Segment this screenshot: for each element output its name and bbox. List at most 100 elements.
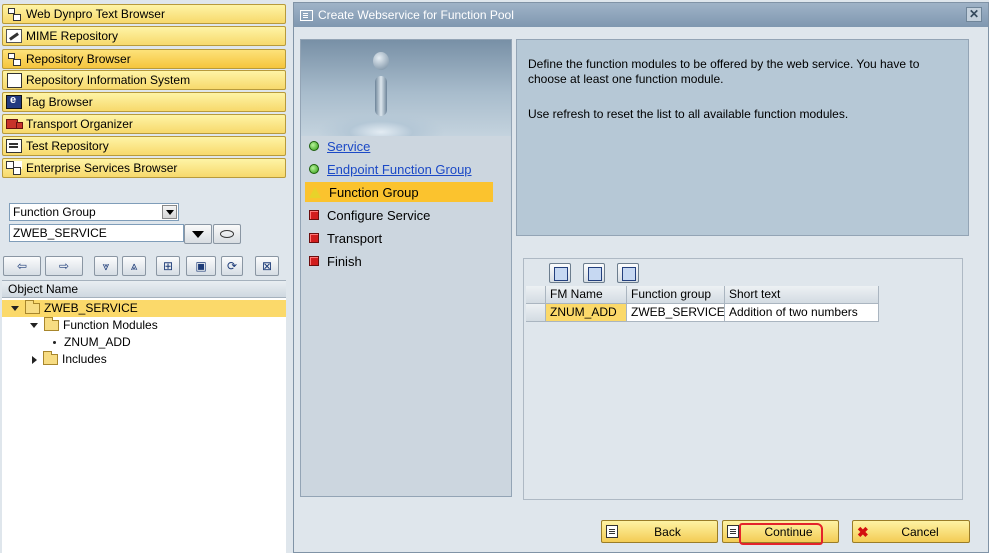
- refresh-icon: ⟳: [226, 259, 238, 273]
- close-icon: ✕: [968, 7, 980, 21]
- tree-node-znum-add[interactable]: ZNUM_ADD: [53, 334, 131, 351]
- nav-button-label: Enterprise Services Browser: [26, 161, 178, 175]
- warning-triangle-icon: [309, 186, 321, 198]
- nav-button-label: MIME Repository: [26, 29, 119, 43]
- expand-arrow-icon[interactable]: [11, 306, 19, 311]
- display-object-button[interactable]: ▣: [186, 256, 216, 276]
- create-webservice-dialog: Create Webservice for Function Pool ✕ Se…: [293, 2, 989, 553]
- details-button[interactable]: [549, 263, 571, 283]
- status-red-icon: [309, 256, 319, 266]
- select-all-cell[interactable]: [526, 286, 546, 304]
- step-configure-service: Configure Service: [305, 205, 493, 225]
- refresh-hint-text: Use refresh to reset the list to all ava…: [528, 107, 849, 121]
- collapse-icon: ⩓: [130, 258, 138, 273]
- arrow-right-icon: ⇨: [58, 259, 70, 273]
- web-dynpro-text-browser-button[interactable]: Web Dynpro Text Browser: [2, 4, 286, 24]
- mime-repository-button[interactable]: MIME Repository: [2, 26, 286, 46]
- object-type-select[interactable]: Function Group: [9, 203, 179, 221]
- enterprise-icon: [6, 161, 22, 175]
- table-cell-fm-name[interactable]: ZNUM_ADD: [546, 304, 627, 322]
- object-name-input[interactable]: ZWEB_SERVICE: [9, 224, 184, 242]
- step-service[interactable]: Service: [305, 136, 493, 156]
- chevron-down-icon[interactable]: [162, 205, 177, 219]
- refresh-button[interactable]: ⟳: [221, 256, 243, 276]
- instruction-text: Define the function modules to be offere…: [528, 57, 920, 86]
- dialog-title: Create Webservice for Function Pool: [318, 8, 514, 22]
- water-splash: [375, 76, 387, 116]
- step-link-endpoint-function-group[interactable]: Endpoint Function Group: [327, 162, 472, 177]
- delete-row-button[interactable]: [617, 263, 639, 283]
- cancel-x-icon: ✖: [857, 523, 869, 540]
- tag-icon: [6, 94, 22, 109]
- tree-node-includes[interactable]: Includes: [30, 351, 107, 368]
- step-function-group: Function Group: [305, 182, 493, 202]
- wizard-steps-panel: Service Endpoint Function Group Function…: [300, 39, 512, 497]
- collapsed-arrow-icon[interactable]: [32, 355, 37, 364]
- window-icon: [300, 9, 313, 21]
- truck-icon: [6, 117, 23, 131]
- nav-button-label: Repository Browser: [26, 52, 131, 66]
- test-repository-button[interactable]: Test Repository: [2, 136, 286, 156]
- object-icon: ▣: [195, 259, 207, 273]
- back-page-icon: [606, 525, 618, 538]
- enterprise-services-browser-button[interactable]: Enterprise Services Browser: [2, 158, 286, 178]
- repository-browser-button[interactable]: Repository Browser: [2, 49, 286, 69]
- continue-page-icon: [727, 525, 739, 538]
- hierarchy-icon: ⊞: [162, 259, 174, 273]
- tree-node-label: Function Modules: [63, 318, 158, 332]
- tree-node-label: ZNUM_ADD: [64, 335, 131, 349]
- step-label: Transport: [327, 230, 383, 246]
- nav-button-label: Tag Browser: [26, 95, 93, 109]
- folder-icon: [44, 317, 59, 331]
- tree-node-function-modules[interactable]: Function Modules: [30, 317, 158, 334]
- nav-button-label: Test Repository: [26, 139, 109, 153]
- function-module-grid-panel: FM Name Function group Short text ZNUM_A…: [523, 258, 963, 500]
- nav-button-label: Transport Organizer: [26, 117, 133, 131]
- tree-column-header: Object Name: [2, 280, 286, 298]
- transport-organizer-button[interactable]: Transport Organizer: [2, 114, 286, 134]
- display-glasses-button[interactable]: [213, 224, 241, 244]
- column-header-short-text[interactable]: Short text: [725, 286, 879, 304]
- tree-node-label: ZWEB_SERVICE: [44, 301, 138, 315]
- object-name-dropdown-button[interactable]: [184, 224, 212, 244]
- status-red-icon: [309, 233, 319, 243]
- step-endpoint-function-group[interactable]: Endpoint Function Group: [305, 159, 493, 179]
- expand-arrow-icon[interactable]: [30, 323, 38, 328]
- refresh-list-button[interactable]: [583, 263, 605, 283]
- collapse-all-button[interactable]: ⩓: [122, 256, 146, 276]
- glasses-icon: [220, 230, 234, 238]
- back-button[interactable]: Back: [601, 520, 718, 543]
- step-link-service[interactable]: Service: [327, 139, 370, 154]
- tree-node-label: Includes: [62, 352, 107, 366]
- back-button-label: Back: [654, 524, 681, 539]
- object-tree: ZWEB_SERVICE Function Modules ZNUM_ADD I…: [2, 298, 286, 553]
- expand-icon: ⩔: [102, 258, 110, 273]
- column-header-fm-name[interactable]: FM Name: [546, 286, 627, 304]
- hierarchy-button[interactable]: ⊞: [156, 256, 180, 276]
- tree-node-zweb-service[interactable]: ZWEB_SERVICE: [2, 300, 286, 317]
- pencil-icon: [6, 29, 22, 43]
- step-label: Finish: [327, 253, 362, 269]
- row-selector[interactable]: [526, 304, 546, 322]
- close-dialog-button[interactable]: ✕: [966, 7, 982, 22]
- tree-icon: [6, 52, 22, 66]
- table-cell-function-group[interactable]: ZWEB_SERVICE: [627, 304, 725, 322]
- table-cell-short-text[interactable]: Addition of two numbers: [725, 304, 879, 322]
- status-red-icon: [309, 210, 319, 220]
- nav-button-label: Repository Information System: [26, 73, 191, 87]
- forward-arrow-button[interactable]: ⇨: [45, 256, 83, 276]
- object-type-value: Function Group: [13, 205, 96, 219]
- cancel-button-label: Cancel: [901, 524, 939, 539]
- column-header-function-group[interactable]: Function group: [627, 286, 725, 304]
- back-arrow-button[interactable]: ⇦: [3, 256, 41, 276]
- repository-information-system-button[interactable]: Repository Information System: [2, 70, 286, 90]
- expand-all-button[interactable]: ⩔: [94, 256, 118, 276]
- step-transport: Transport: [305, 228, 493, 248]
- water-drop: [373, 52, 389, 70]
- red-highlight-annotation: [739, 523, 823, 545]
- close-navigator-button[interactable]: ⊠: [255, 256, 279, 276]
- info-system-icon: [6, 73, 22, 88]
- cancel-button[interactable]: ✖ Cancel: [852, 520, 970, 543]
- tag-browser-button[interactable]: Tag Browser: [2, 92, 286, 112]
- step-label: Function Group: [329, 184, 419, 200]
